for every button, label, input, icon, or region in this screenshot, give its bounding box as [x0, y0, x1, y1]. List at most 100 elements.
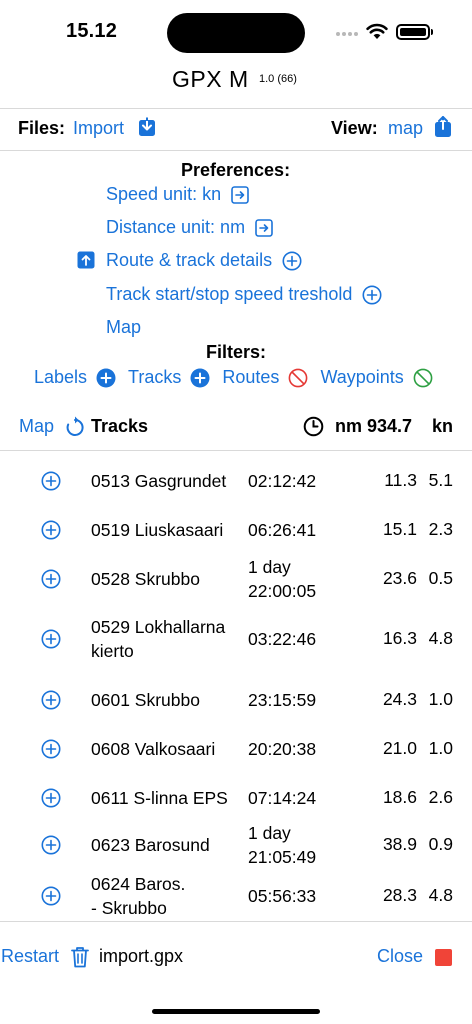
speed-unit-button[interactable]: Speed unit: kn — [106, 184, 249, 205]
track-distance: 15.1 — [382, 519, 417, 539]
track-name: 0513 Gasgrundet — [91, 471, 227, 491]
speed-unit-heading[interactable]: kn — [432, 416, 453, 437]
app-version: 1.0 (66) — [259, 73, 297, 85]
distance-unit-button[interactable]: Distance unit: nm — [106, 217, 273, 238]
track-name: 0519 Liuskasaari — [91, 520, 224, 540]
track-duration-line: 1 day — [248, 823, 291, 843]
collapse-up-square-icon[interactable] — [77, 251, 95, 269]
track-duration: 03:22:46 — [248, 629, 317, 649]
table-row[interactable]: 0624 Baros. - Skrubbo 05:56:33 28.3 4.8 — [0, 872, 472, 920]
preferences-heading: Preferences: — [181, 160, 291, 180]
track-distance: 38.9 — [382, 834, 417, 854]
route-track-details-label: Route & track details — [106, 250, 273, 270]
divider — [0, 150, 472, 151]
divider — [0, 450, 472, 451]
expand-plus-icon[interactable] — [41, 520, 61, 545]
table-row[interactable]: 0519 Liuskasaari 06:26:41 15.1 2.3 — [0, 518, 472, 542]
file-name: import.gpx — [99, 946, 184, 966]
filter-labels-plus-icon[interactable] — [96, 368, 116, 388]
table-row[interactable]: 0608 Valkosaari 20:20:38 21.0 1.0 — [0, 737, 472, 761]
arrow-right-square-icon — [255, 218, 273, 237]
plus-circle-icon — [282, 251, 302, 270]
expand-plus-icon[interactable] — [41, 690, 61, 715]
track-duration: 05:56:33 — [248, 886, 317, 906]
import-button[interactable]: Import — [73, 118, 124, 139]
reload-icon[interactable] — [65, 416, 85, 437]
table-row[interactable]: 0601 Skrubbo 23:15:59 24.3 1.0 — [0, 688, 472, 712]
track-duration: 20:20:38 — [248, 739, 317, 759]
track-name: 0623 Barosund — [91, 835, 210, 855]
track-duration-line: 21:05:49 — [248, 847, 317, 867]
app-title: GPX M — [172, 66, 249, 92]
track-name: 0601 Skrubbo — [91, 690, 200, 710]
filter-routes-prohibited-icon[interactable] — [288, 368, 308, 388]
filter-tracks-plus-icon[interactable] — [190, 368, 210, 388]
expand-plus-icon[interactable] — [41, 471, 61, 496]
filter-labels-label[interactable]: Labels — [34, 367, 87, 388]
view-label: View: — [331, 118, 378, 138]
track-distance: 23.6 — [382, 568, 417, 588]
track-name: 0624 Baros. - Skrubbo — [91, 872, 185, 920]
arrow-right-square-icon — [231, 185, 249, 204]
track-name-line: - Skrubbo — [91, 898, 167, 918]
cellular-signal-icon — [336, 32, 358, 36]
track-distance: 24.3 — [382, 689, 417, 709]
clock-icon[interactable] — [303, 416, 324, 437]
track-speed: 2.6 — [428, 787, 453, 807]
track-name: 0528 Skrubbo — [91, 569, 200, 589]
filters-row: Labels Tracks Routes Waypoints — [34, 367, 445, 388]
wifi-icon — [366, 23, 388, 39]
track-duration: 06:26:41 — [248, 520, 317, 540]
table-row[interactable]: 0611 S-linna EPS 07:14:24 18.6 2.6 — [0, 786, 472, 810]
table-row[interactable]: 0528 Skrubbo 1 day 22:00:05 23.6 0.5 — [0, 555, 472, 603]
table-row[interactable]: 0623 Barosund 1 day 21:05:49 38.9 0.9 — [0, 821, 472, 869]
expand-plus-icon[interactable] — [41, 886, 61, 911]
track-name: 0529 Lokhallarna kierto — [91, 615, 225, 663]
expand-plus-icon[interactable] — [41, 739, 61, 764]
dynamic-island — [167, 13, 305, 53]
track-duration-line: 22:00:05 — [248, 581, 317, 601]
stop-icon[interactable] — [435, 949, 452, 966]
expand-plus-icon[interactable] — [41, 788, 61, 813]
trash-icon[interactable] — [71, 946, 89, 968]
close-button[interactable]: Close — [377, 946, 423, 967]
tracks-map-button[interactable]: Map — [19, 416, 54, 437]
import-icon[interactable] — [138, 117, 156, 137]
distance-total[interactable]: nm 934.7 — [335, 416, 412, 437]
table-row[interactable]: 0513 Gasgrundet 02:12:42 11.3 5.1 — [0, 469, 472, 493]
track-speed-threshold-button[interactable]: Track start/stop speed treshold — [106, 284, 382, 305]
track-speed: 2.3 — [428, 519, 453, 539]
expand-plus-icon[interactable] — [41, 629, 61, 654]
track-speed: 4.8 — [428, 628, 453, 648]
expand-plus-icon[interactable] — [41, 835, 61, 860]
view-map-button[interactable]: map — [388, 118, 423, 139]
distance-unit-label: Distance unit: nm — [106, 217, 246, 237]
track-distance: 16.3 — [382, 628, 417, 648]
track-name-line: kierto — [91, 641, 134, 661]
track-distance: 11.3 — [384, 470, 417, 490]
speed-unit-label: Speed unit: kn — [106, 184, 222, 204]
filter-tracks-label[interactable]: Tracks — [128, 367, 181, 388]
table-row[interactable]: 0529 Lokhallarna kierto 03:22:46 16.3 4.8 — [0, 615, 472, 663]
track-speed: 5.1 — [428, 470, 453, 490]
map-preferences-button[interactable]: Map — [106, 317, 141, 338]
route-track-details-button[interactable]: Route & track details — [106, 250, 302, 271]
expand-plus-icon[interactable] — [41, 569, 61, 594]
track-speed: 4.8 — [428, 885, 453, 905]
track-duration: 1 day 22:00:05 — [248, 555, 316, 603]
battery-icon — [396, 24, 430, 40]
filter-waypoints-label[interactable]: Waypoints — [320, 367, 403, 388]
divider — [0, 921, 472, 922]
track-distance: 21.0 — [382, 738, 417, 758]
filter-routes-label[interactable]: Routes — [222, 367, 279, 388]
share-icon[interactable] — [434, 116, 452, 138]
home-indicator — [152, 1009, 320, 1014]
restart-button[interactable]: Restart — [1, 946, 59, 967]
track-name-line: 0529 Lokhallarna — [91, 617, 226, 637]
files-label: Files: — [18, 118, 66, 138]
filter-waypoints-prohibited-icon[interactable] — [413, 368, 433, 388]
track-duration: 23:15:59 — [248, 690, 317, 710]
battery-tip — [431, 29, 433, 35]
track-speed: 1.0 — [428, 738, 453, 758]
divider — [0, 108, 472, 109]
